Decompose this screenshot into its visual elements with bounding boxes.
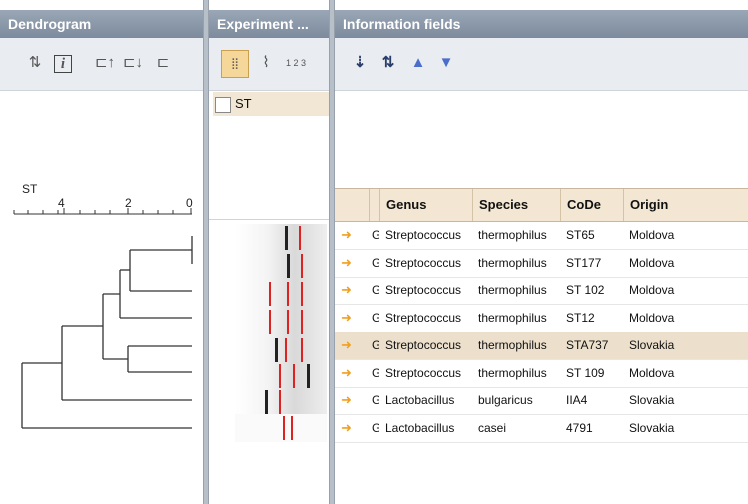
cell-prefix: G [372, 283, 379, 297]
th-prefix [369, 189, 379, 221]
cell-code: ST65 [566, 228, 595, 242]
cell-code: 4791 [566, 420, 593, 435]
cell-genus: Streptococcus [385, 338, 462, 352]
scale-axis [13, 208, 192, 215]
gel-lane-3 [235, 280, 327, 308]
row-arrow-icon: ➜ [341, 282, 352, 297]
info-toolbar: ⇣ ⇅ ▲ ▼ [335, 38, 748, 91]
info-title: Information fields [335, 10, 748, 38]
table-row[interactable]: ➜ G Streptococcus thermophilus ST12 Moldova [335, 305, 748, 333]
cell-genus: Streptococcus [385, 283, 462, 297]
cell-genus: Lactobacillus [385, 420, 455, 435]
sort-down-icon[interactable]: ⇣ [349, 52, 371, 74]
cell-genus: Streptococcus [385, 365, 462, 380]
cell-prefix: G [372, 420, 379, 435]
cell-species: casei [478, 420, 507, 435]
bands-icon[interactable]: ⦙⦙ [221, 50, 249, 78]
cell-code: ST177 [566, 255, 602, 270]
row-arrow-icon: ➜ [341, 254, 352, 270]
experiment-item-st[interactable]: ST [213, 92, 333, 116]
cell-species: thermophilus [478, 310, 547, 325]
numbers-icon[interactable]: 1 2 3 [285, 52, 307, 74]
cell-genus: Streptococcus [385, 228, 462, 242]
table-row[interactable]: ➜ G Streptococcus thermophilus STA737 Slovaki… [335, 332, 748, 360]
cell-code: IIA4 [566, 393, 588, 407]
cell-species: thermophilus [478, 228, 547, 242]
table-row[interactable]: ➜ G Streptococcus thermophilus ST 109 Moldova [335, 360, 748, 388]
th-genus[interactable]: Genus [379, 189, 472, 221]
cell-genus: Lactobacillus [385, 393, 455, 407]
cell-species: thermophilus [478, 365, 547, 380]
th-marker [335, 189, 369, 221]
cell-prefix: G [372, 365, 379, 380]
tree-branches [21, 236, 193, 429]
table-header: Genus Species CoDe Origin [335, 188, 748, 222]
table-row[interactable]: ➜ G Streptococcus thermophilus ST177 Moldova [335, 250, 748, 278]
experiment-title: Experiment ... [209, 10, 329, 38]
experiment-item-label: ST [235, 96, 252, 111]
gel-lane-2 [235, 252, 327, 280]
cell-origin: Moldova [629, 228, 675, 242]
cell-code: ST 102 [566, 283, 605, 297]
th-species[interactable]: Species [472, 189, 560, 221]
cell-species: thermophilus [478, 338, 547, 352]
gel-lane-5 [235, 336, 327, 364]
row-arrow-icon: ➜ [341, 364, 352, 380]
move-up-icon[interactable]: ▲ [407, 52, 429, 74]
cell-prefix: G [372, 338, 379, 352]
cell-species: bulgaricus [478, 393, 533, 407]
table-row[interactable]: ➜ G Streptococcus thermophilus ST65 Moldova [335, 222, 748, 250]
row-arrow-icon: ➜ [341, 419, 352, 435]
cell-prefix: G [372, 228, 379, 242]
cell-code: STA737 [566, 338, 609, 352]
cell-prefix: G [372, 310, 379, 325]
cell-genus: Streptococcus [385, 255, 462, 270]
th-code[interactable]: CoDe [560, 189, 623, 221]
gel-lane-7 [235, 388, 327, 416]
gel-lane-6 [235, 362, 327, 390]
cell-origin: Moldova [629, 255, 675, 270]
cell-species: thermophilus [478, 283, 547, 297]
row-arrow-icon: ➜ [341, 309, 352, 325]
table-row[interactable]: ➜ G Lactobacillus casei 4791 Slovakia [335, 415, 748, 443]
cell-origin: Slovakia [629, 420, 675, 435]
th-origin[interactable]: Origin [623, 189, 748, 221]
dendrogram-panel: Dendrogram ⇅ i ⊏↑ ⊏↓ ⊏ ST 4 2 0 [0, 0, 203, 504]
cell-origin: Moldova [629, 365, 675, 380]
divider [209, 219, 329, 220]
cell-genus: Streptococcus [385, 310, 462, 325]
gel-lane-8 [235, 414, 327, 442]
move-down-icon[interactable]: ▼ [435, 52, 457, 74]
info-panel: Information fields ⇣ ⇅ ▲ ▼ Genus Species… [335, 0, 748, 504]
gel-lane-1 [235, 224, 327, 252]
gel-icon [215, 96, 231, 113]
row-arrow-icon: ➜ [341, 392, 352, 407]
experiment-panel: Experiment ... ⦙⦙ ⌇ 1 2 3 ST [209, 0, 333, 504]
cell-origin: Moldova [629, 283, 675, 297]
cell-origin: Moldova [629, 310, 675, 325]
cell-code: ST 109 [566, 365, 605, 380]
cell-species: thermophilus [478, 255, 547, 270]
experiment-toolbar: ⦙⦙ ⌇ 1 2 3 [209, 38, 329, 91]
row-arrow-icon: ➜ [341, 227, 352, 242]
cell-code: ST12 [566, 310, 595, 325]
table-row[interactable]: ➜ G Streptococcus thermophilus ST 102 Moldova [335, 277, 748, 305]
cell-origin: Slovakia [629, 393, 675, 407]
sort-both-icon[interactable]: ⇅ [377, 52, 399, 74]
cell-prefix: G [372, 255, 379, 270]
table-row[interactable]: ➜ G Lactobacillus bulgaricus IIA4 Slovakia [335, 387, 748, 415]
cell-prefix: G [372, 393, 379, 407]
cell-origin: Slovakia [629, 338, 675, 352]
curve-icon[interactable]: ⌇ [255, 52, 277, 74]
dendrogram-tree [13, 208, 193, 429]
row-arrow-icon: ➜ [341, 337, 352, 352]
gel-lane-4 [235, 308, 327, 336]
